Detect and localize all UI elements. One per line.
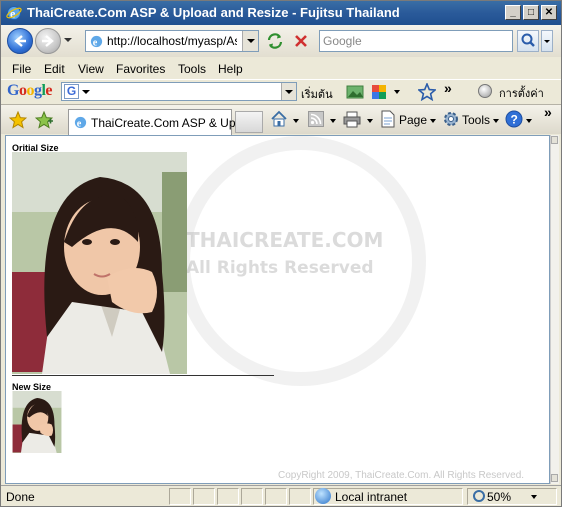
- star-bookmark-icon[interactable]: [418, 83, 436, 101]
- help-icon[interactable]: ?: [505, 110, 523, 128]
- menu-file[interactable]: File: [12, 62, 31, 76]
- back-arrow-icon: [14, 35, 26, 47]
- intranet-globe-icon: [315, 488, 331, 504]
- page-dropdown[interactable]: [430, 119, 436, 123]
- new-tab-button[interactable]: [235, 111, 263, 133]
- address-dropdown[interactable]: [242, 31, 258, 51]
- menu-favorites[interactable]: Favorites: [116, 62, 165, 76]
- feeds-dropdown[interactable]: [330, 119, 336, 123]
- status-segment: [265, 488, 287, 505]
- google-history-dropdown[interactable]: [281, 83, 296, 100]
- menu-edit[interactable]: Edit: [44, 62, 65, 76]
- maximize-button[interactable]: □: [523, 5, 539, 20]
- menu-view[interactable]: View: [78, 62, 104, 76]
- search-options-dropdown[interactable]: [541, 30, 553, 52]
- address-bar[interactable]: e http://localhost/myasp/AspU: [85, 30, 259, 52]
- google-search-button[interactable]: เริ่มต้น: [301, 85, 333, 103]
- watermark-title: THAICREATE.COM: [186, 228, 384, 252]
- address-url[interactable]: http://localhost/myasp/AspU: [107, 34, 237, 48]
- tab-command-bar: e ThaiCreate.Com ASP & Up... Page Tools …: [1, 104, 561, 135]
- page-icon: e: [90, 35, 103, 48]
- menu-help[interactable]: Help: [218, 62, 243, 76]
- zoom-magnifier-icon: [473, 490, 485, 502]
- browser-window: e ThaiCreate.Com ASP & Upload and Resize…: [0, 0, 562, 507]
- recent-pages-dropdown[interactable]: [64, 38, 72, 42]
- stop-icon[interactable]: [291, 31, 311, 51]
- original-photo: [12, 152, 187, 374]
- tab-page-icon: e: [74, 116, 87, 129]
- search-placeholder: Google: [323, 34, 362, 48]
- page-menu-button[interactable]: Page: [399, 113, 427, 127]
- feeds-icon[interactable]: [308, 111, 324, 127]
- scroll-down-button[interactable]: [551, 474, 558, 482]
- help-dropdown[interactable]: [526, 119, 532, 123]
- watermark-rights: All Rights Reserved: [186, 258, 374, 278]
- google-toolbar: Google G เริ่มต้น » การตั้งค่า: [1, 79, 561, 103]
- command-bar-more[interactable]: »: [544, 104, 552, 120]
- status-bar: Done Local intranet 50%: [1, 485, 561, 506]
- back-button[interactable]: [7, 28, 33, 54]
- zoom-level[interactable]: 50%: [487, 490, 511, 504]
- status-segment: [217, 488, 239, 505]
- status-text: Done: [6, 490, 35, 504]
- menu-bar: File Edit View Favorites Tools Help: [1, 59, 561, 79]
- magnifier-icon: [521, 33, 535, 47]
- puzzle-dropdown[interactable]: [394, 90, 400, 94]
- print-icon[interactable]: [343, 110, 361, 128]
- svg-text:?: ?: [511, 113, 518, 127]
- tab-label: ThaiCreate.Com ASP & Up...: [91, 116, 246, 130]
- zoom-dropdown[interactable]: [531, 495, 537, 499]
- security-zone[interactable]: Local intranet: [335, 490, 407, 504]
- home-dropdown[interactable]: [293, 119, 299, 123]
- forward-button[interactable]: [35, 28, 61, 54]
- google-g-icon[interactable]: G: [64, 84, 79, 99]
- refresh-icon[interactable]: [265, 31, 285, 51]
- tools-menu-button[interactable]: Tools: [462, 113, 490, 127]
- tools-gear-icon[interactable]: [442, 110, 460, 128]
- page-content: THAICREATE.COM All Rights Reserved Oriti…: [5, 135, 550, 484]
- divider-line: [12, 375, 274, 376]
- status-segment: [193, 488, 215, 505]
- status-segment: [289, 488, 311, 505]
- ie-logo-icon: e: [6, 6, 22, 21]
- google-logo: Google: [7, 82, 53, 99]
- add-favorite-icon[interactable]: [35, 111, 53, 129]
- search-input[interactable]: Google: [319, 30, 513, 52]
- forward-arrow-icon: [42, 35, 54, 47]
- favorites-star-icon[interactable]: [9, 111, 27, 129]
- menu-tools[interactable]: Tools: [178, 62, 206, 76]
- google-settings-button[interactable]: การตั้งค่า: [499, 84, 544, 102]
- puzzle-icon[interactable]: [370, 83, 388, 101]
- svg-text:e: e: [93, 37, 98, 48]
- address-toolbar: e http://localhost/myasp/AspU Google: [1, 25, 561, 57]
- footer-copyright: CopyRight 2009, ThaiCreate.Com. All Righ…: [278, 470, 525, 481]
- settings-icon[interactable]: [478, 84, 492, 98]
- google-search-input[interactable]: G: [61, 82, 297, 101]
- vertical-scrollbar[interactable]: [550, 135, 559, 484]
- status-segment: [241, 488, 263, 505]
- close-button[interactable]: ✕: [541, 5, 557, 20]
- status-segment: [169, 488, 191, 505]
- tab-current[interactable]: e ThaiCreate.Com ASP & Up...: [68, 109, 246, 135]
- search-button[interactable]: [517, 30, 539, 52]
- image-search-icon[interactable]: [346, 84, 364, 100]
- minimize-button[interactable]: _: [505, 5, 521, 20]
- window-title: ThaiCreate.Com ASP & Upload and Resize -…: [27, 5, 400, 20]
- google-toolbar-more[interactable]: »: [444, 80, 452, 96]
- page-icon[interactable]: [380, 110, 396, 128]
- svg-text:e: e: [77, 118, 82, 129]
- google-engine-dropdown[interactable]: [82, 90, 90, 94]
- print-dropdown[interactable]: [367, 119, 373, 123]
- home-icon[interactable]: [270, 110, 288, 128]
- resized-photo: [12, 391, 62, 453]
- tools-dropdown[interactable]: [493, 119, 499, 123]
- title-bar[interactable]: e ThaiCreate.Com ASP & Upload and Resize…: [1, 1, 561, 25]
- scroll-up-button[interactable]: [551, 136, 558, 144]
